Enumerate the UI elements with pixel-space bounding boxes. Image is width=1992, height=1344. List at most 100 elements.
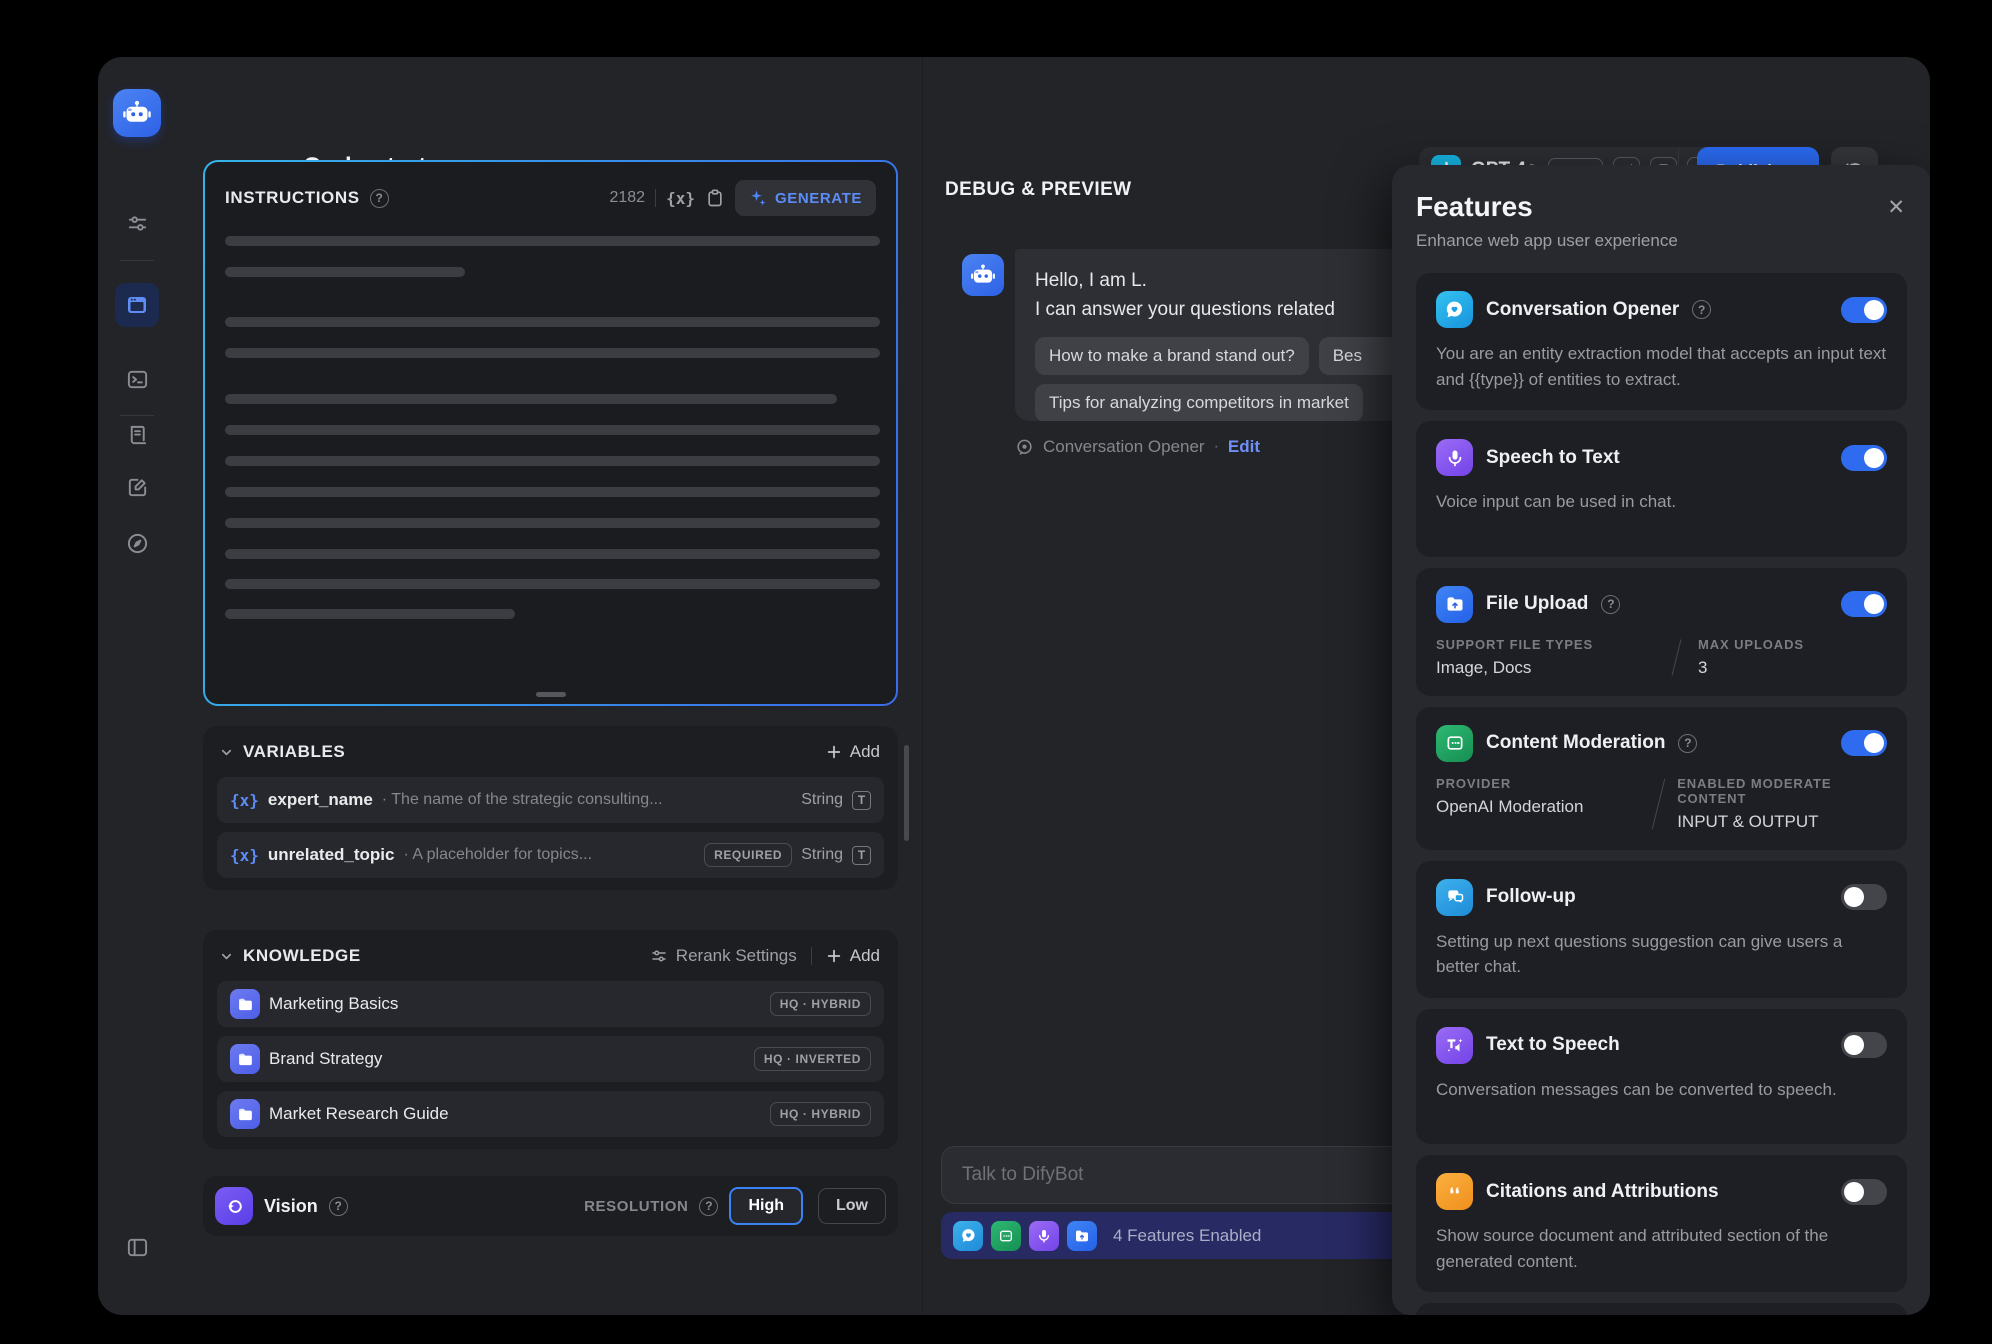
conversation-opener-icon xyxy=(1436,291,1473,328)
instructions-editor[interactable]: INSTRUCTIONS ? 2182 {x} GENERATE xyxy=(205,162,896,704)
kv-label: SUPPORT FILE TYPES xyxy=(1436,637,1658,652)
variable-description: · A placeholder for topics... xyxy=(404,846,593,864)
text-to-speech-toggle[interactable] xyxy=(1841,1032,1887,1058)
feature-card-content-moderation: Content Moderation ? PROVIDER OpenAI Mod… xyxy=(1416,707,1907,850)
add-knowledge-button[interactable]: Add xyxy=(826,946,880,966)
sliders-icon xyxy=(126,212,149,235)
speech-to-text-toggle[interactable] xyxy=(1841,445,1887,471)
edit-opener-link[interactable]: Edit xyxy=(1228,437,1260,457)
toolbar-divider xyxy=(655,189,656,207)
variable-row[interactable]: {x} expert_name · The name of the strate… xyxy=(217,777,884,823)
content-moderation-toggle[interactable] xyxy=(1841,730,1887,756)
app-logo[interactable] xyxy=(113,89,161,137)
feature-card-conversation-opener: Conversation Opener ? You are an entity … xyxy=(1416,273,1907,410)
help-icon[interactable]: ? xyxy=(1678,734,1697,753)
knowledge-badge: HQ · INVERTED xyxy=(754,1047,871,1071)
knowledge-title: KNOWLEDGE xyxy=(243,946,361,966)
copy-button[interactable] xyxy=(705,188,725,208)
knowledge-row[interactable]: Brand Strategy HQ · INVERTED xyxy=(217,1036,884,1082)
resolution-low-button[interactable]: Low xyxy=(818,1188,886,1224)
feature-title: File Upload xyxy=(1486,593,1588,615)
kv-divider xyxy=(1658,637,1698,678)
opener-feature-icon xyxy=(953,1221,983,1251)
feature-description: Show source document and attributed sect… xyxy=(1436,1223,1887,1274)
knowledge-badge: HQ · HYBRID xyxy=(770,1102,871,1126)
feature-description: Voice input can be used in chat. xyxy=(1436,489,1887,515)
variables-section: VARIABLES Add {x} expert_name · The name… xyxy=(203,726,898,890)
instructions-title: INSTRUCTIONS xyxy=(225,188,360,208)
feature-title: Citations and Attributions xyxy=(1486,1181,1719,1203)
sidebar-item-settings[interactable] xyxy=(115,201,159,245)
kv-value: 3 xyxy=(1698,658,1804,678)
feature-title: Text to Speech xyxy=(1486,1034,1620,1056)
feature-card-follow-up: Follow-up Setting up next questions sugg… xyxy=(1416,861,1907,998)
knowledge-row[interactable]: Marketing Basics HQ · HYBRID xyxy=(217,981,884,1027)
features-panel: ✕ Features Enhance web app user experien… xyxy=(1392,165,1930,1315)
left-column-scrollbar[interactable] xyxy=(904,745,909,841)
add-variable-button[interactable]: Add xyxy=(826,742,880,762)
instructions-card: INSTRUCTIONS ? 2182 {x} GENERATE xyxy=(203,160,898,706)
feature-card-citations: Citations and Attributions Show source d… xyxy=(1416,1155,1907,1292)
file-upload-toggle[interactable] xyxy=(1841,591,1887,617)
help-icon[interactable]: ? xyxy=(329,1197,348,1216)
sidebar-item-monitoring[interactable] xyxy=(115,521,159,565)
app-window: Orchestrate GPT-4o CHAT Publish xyxy=(98,57,1930,1315)
resolution-high-button[interactable]: High xyxy=(729,1187,803,1225)
sidebar-collapse-button[interactable] xyxy=(115,1225,159,1269)
suggested-question-chip[interactable]: How to make a brand stand out? xyxy=(1035,337,1309,375)
chevron-down-icon[interactable] xyxy=(219,949,234,964)
upload-feature-icon xyxy=(1067,1221,1097,1251)
insert-variable-button[interactable]: {x} xyxy=(666,189,695,208)
robot-icon xyxy=(122,98,152,128)
generate-button[interactable]: GENERATE xyxy=(735,180,876,216)
sidebar-item-orchestrate[interactable] xyxy=(115,283,159,327)
sidebar-item-annotations[interactable] xyxy=(115,465,159,509)
variable-type: String xyxy=(801,846,843,864)
string-type-icon: T xyxy=(852,846,871,865)
knowledge-badge: HQ · HYBRID xyxy=(770,992,871,1016)
feature-card-speech-to-text: Speech to Text Voice input can be used i… xyxy=(1416,421,1907,557)
dataset-folder-icon xyxy=(230,1099,260,1129)
rerank-settings-button[interactable]: Rerank Settings xyxy=(650,946,797,966)
vision-setting: Vision ? RESOLUTION ? High Low xyxy=(203,1176,898,1236)
variable-row[interactable]: {x} unrelated_topic · A placeholder for … xyxy=(217,832,884,878)
knowledge-name: Brand Strategy xyxy=(269,1049,382,1069)
variable-icon: {x} xyxy=(230,791,259,810)
bot-avatar xyxy=(962,254,1004,296)
text-to-speech-icon xyxy=(1436,1027,1473,1064)
rerank-icon xyxy=(650,947,668,965)
follow-up-toggle[interactable] xyxy=(1841,884,1887,910)
kv-label: ENABLED MODERATE CONTENT xyxy=(1677,776,1887,806)
chevron-down-icon[interactable] xyxy=(219,745,234,760)
knowledge-row[interactable]: Market Research Guide HQ · HYBRID xyxy=(217,1091,884,1137)
features-enabled-label: 4 Features Enabled xyxy=(1113,1226,1261,1246)
close-icon[interactable]: ✕ xyxy=(1887,195,1905,220)
help-icon[interactable]: ? xyxy=(699,1197,718,1216)
add-label: Add xyxy=(850,742,880,762)
sidebar-divider xyxy=(120,260,154,261)
sidebar-item-api[interactable] xyxy=(115,357,159,401)
variable-description: · The name of the strategic consulting..… xyxy=(382,791,663,809)
citations-toggle[interactable] xyxy=(1841,1179,1887,1205)
help-icon[interactable]: ? xyxy=(1692,300,1711,319)
citations-icon xyxy=(1436,1173,1473,1210)
opener-indicator: Conversation Opener · Edit xyxy=(1015,437,1260,457)
char-count: 2182 xyxy=(609,189,645,207)
sidebar-item-logs[interactable] xyxy=(115,413,159,457)
features-title: Features xyxy=(1416,191,1907,223)
feature-title: Follow-up xyxy=(1486,886,1576,908)
sparkles-icon xyxy=(749,189,767,207)
help-icon[interactable]: ? xyxy=(1601,595,1620,614)
variables-title: VARIABLES xyxy=(243,742,345,762)
sidebar xyxy=(98,57,176,1315)
help-icon[interactable]: ? xyxy=(370,189,389,208)
kv-divider xyxy=(1640,776,1677,832)
vision-label: Vision xyxy=(264,1196,318,1217)
feature-title: Speech to Text xyxy=(1486,447,1620,469)
conversation-opener-toggle[interactable] xyxy=(1841,297,1887,323)
variable-name: unrelated_topic xyxy=(268,845,395,865)
file-upload-icon xyxy=(1436,586,1473,623)
vision-icon xyxy=(215,1187,253,1225)
resize-handle[interactable] xyxy=(536,692,566,697)
suggested-question-chip[interactable]: Tips for analyzing competitors in market xyxy=(1035,384,1363,421)
